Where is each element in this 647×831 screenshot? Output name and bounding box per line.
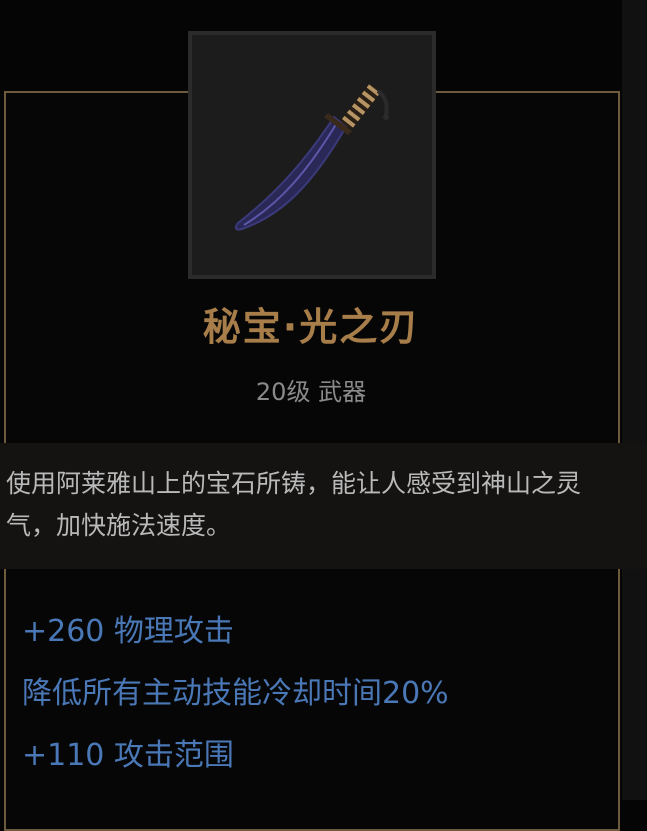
- item-description: 使用阿莱雅山上的宝石所铸，能让人感受到神山之灵气，加快施法速度。: [6, 469, 582, 540]
- item-icon-frame: [188, 31, 436, 279]
- stat-line: 降低所有主动技能冷却时间20%: [22, 676, 449, 711]
- item-level-type: 20级 武器: [255, 378, 367, 406]
- item-description-box: 使用阿莱雅山上的宝石所铸，能让人感受到神山之灵气，加快施法速度。: [0, 443, 647, 569]
- side-strip: [622, 0, 647, 800]
- stat-line: +260 物理攻击: [22, 614, 234, 649]
- item-name: 秘宝·光之刃: [202, 305, 420, 349]
- dagger-icon: [234, 84, 389, 231]
- stat-line: +110 攻击范围: [22, 738, 234, 773]
